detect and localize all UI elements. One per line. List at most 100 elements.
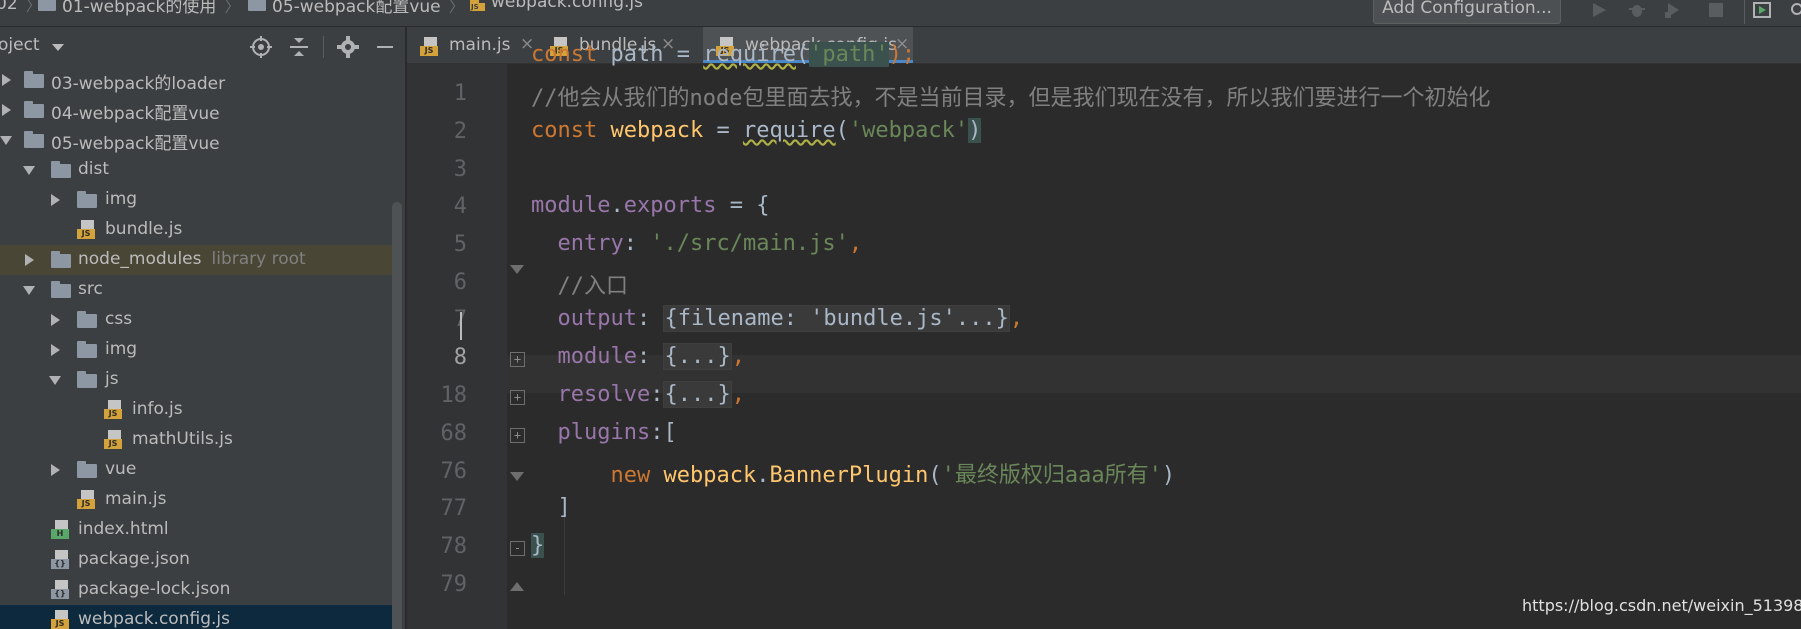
chevron-right-icon[interactable] [2,74,11,86]
js-file-icon: JS [104,430,124,455]
js-file-icon: JS [420,37,440,57]
tree-item-index-html[interactable]: H index.html [0,515,392,545]
tree-item-dist-img[interactable]: img [0,185,392,215]
tree-item-mathutils-js[interactable]: JS mathUtils.js [0,425,392,455]
project-title[interactable]: oject [0,35,40,55]
code-line-5[interactable]: module.exports = { [531,193,769,218]
debug-icon[interactable] [1628,2,1646,18]
chevron-down-icon[interactable] [52,44,64,51]
folder-icon [77,311,97,333]
tree-item-css[interactable]: css [0,305,392,335]
folder-icon [24,131,44,153]
fold-expand-icon[interactable]: + [510,390,525,405]
breadcrumb-item-file[interactable]: webpack.config.js [470,0,643,12]
tree-item-package-json[interactable]: {} package.json [0,545,392,575]
chevron-down-icon[interactable] [23,166,35,175]
collapse-all-icon[interactable] [288,36,310,58]
tree-item-node-modules[interactable]: node_modules library root [0,245,392,275]
chevron-down-icon[interactable] [23,286,35,295]
folded-region[interactable]: {...} [663,343,732,370]
tree-item-03-webpack-loader[interactable]: 03-webpack的loader [0,65,392,95]
tree-item-label: dist [78,159,110,179]
project-header: oject [0,27,405,65]
fold-open-icon[interactable] [510,265,524,274]
fold-open-icon[interactable] [510,472,524,481]
fold-expand-icon[interactable]: + [510,428,525,443]
tree-item-label: 03-webpack的loader [51,74,226,94]
folder-icon [77,341,97,363]
code-line-18[interactable]: module: {...}, [531,343,745,370]
tree-item-src-img[interactable]: img [0,335,392,365]
text-caret [460,312,462,340]
line-number: 18 [440,383,468,408]
code-line-78[interactable]: ] [531,495,571,520]
run-icon[interactable] [1590,2,1608,18]
code-line-77[interactable]: new webpack.BannerPlugin('最终版权归aaa所有') [531,457,1175,489]
coverage-icon[interactable] [1664,2,1682,18]
chevron-down-icon[interactable] [0,136,12,145]
tree-item-main-js[interactable]: JS main.js [0,485,392,515]
toolbar-divider [1744,0,1745,24]
tree-item-package-lock-json[interactable]: {} package-lock.json [0,575,392,605]
tree-item-dist[interactable]: dist [0,155,392,185]
tab-main-js[interactable]: JS main.js × [407,27,537,63]
html-file-icon: H [51,520,71,545]
folded-region[interactable]: {filename: 'bundle.js'...} [663,305,1010,332]
code-line-79[interactable]: } [531,533,545,558]
tree-item-label: js [105,369,119,389]
tree-item-info-js[interactable]: JS info.js [0,395,392,425]
code-line-8[interactable]: output: {filename: 'bundle.js'...}, [531,305,1023,332]
tree-item-src[interactable]: src [0,275,392,305]
stop-icon[interactable] [1707,2,1725,18]
project-tool-window: oject 03-webpack的loader 04-webpack配置vue … [0,27,405,629]
chevron-right-icon[interactable] [51,344,60,356]
folder-icon [51,161,71,183]
tree-item-label: img [105,189,138,209]
add-configuration-button[interactable]: Add Configuration... [1373,0,1561,24]
tree-item-label: 04-webpack配置vue [51,104,220,124]
hide-icon[interactable] [374,36,396,58]
chevron-right-icon[interactable] [25,254,34,266]
tree-item-05-webpack-vue[interactable]: 05-webpack配置vue [0,125,392,155]
tree-item-bundle-js[interactable]: JS bundle.js [0,215,392,245]
breadcrumb-item-folder-1[interactable]: 01-webpack的使用〉 [38,0,240,17]
tree-item-vue[interactable]: vue [0,455,392,485]
chevron-right-icon[interactable] [51,194,60,206]
locate-icon[interactable] [250,36,272,58]
tree-item-label: mathUtils.js [132,429,233,449]
code-line-76[interactable]: plugins:[ [531,420,677,445]
code-line-1[interactable]: const path = require('path'); [531,42,915,67]
tree-item-js[interactable]: js [0,365,392,395]
folder-icon [51,281,71,303]
breadcrumb-label: webpack.config.js [491,0,643,12]
code-line-68[interactable]: resolve:{...}, [531,381,745,408]
breadcrumb-item-folder-2[interactable]: 05-webpack配置vue 〉 [248,0,465,17]
tree-item-webpack-config-js[interactable]: JS webpack.config.js [0,605,392,629]
chevron-right-icon[interactable] [51,464,60,476]
line-number-gutter: 1 2 3 4 5 6 7 8 18 68 76 77 78 79 [407,64,507,629]
folded-region[interactable]: {...} [663,381,732,408]
json-file-icon: {} [51,580,71,605]
code-line-7[interactable]: //入口 [531,268,629,300]
fold-collapse-icon[interactable]: - [510,541,525,556]
breadcrumb-label: 05-webpack配置vue [272,0,441,17]
library-root-label: library root [211,249,306,269]
tree-item-label: node_modules [78,249,202,269]
fold-expand-icon[interactable]: + [510,352,525,367]
chevron-down-icon[interactable] [49,376,61,385]
js-file-icon: JS [77,490,97,515]
code-line-2[interactable]: //他会从我们的node包里面去找，不是当前目录，但是我们现在没有，所以我们要进… [531,80,1490,112]
tree-item-label: 05-webpack配置vue [51,134,220,154]
folder-icon [77,191,97,213]
breadcrumb-item-project[interactable]: 02〉 [0,0,42,16]
breadcrumb-label: 02 [0,0,18,14]
gear-icon[interactable] [337,36,359,58]
code-line-6[interactable]: entry: './src/main.js', [531,231,863,256]
chevron-right-icon[interactable] [2,104,11,116]
run-window-icon[interactable] [1753,2,1771,18]
code-line-3[interactable]: const webpack = require('webpack') [531,118,982,143]
search-everywhere-icon[interactable] [1788,2,1801,18]
tree-item-04-webpack-vue[interactable]: 04-webpack配置vue [0,95,392,125]
chevron-right-icon[interactable] [51,314,60,326]
project-scrollbar[interactable] [392,202,402,629]
